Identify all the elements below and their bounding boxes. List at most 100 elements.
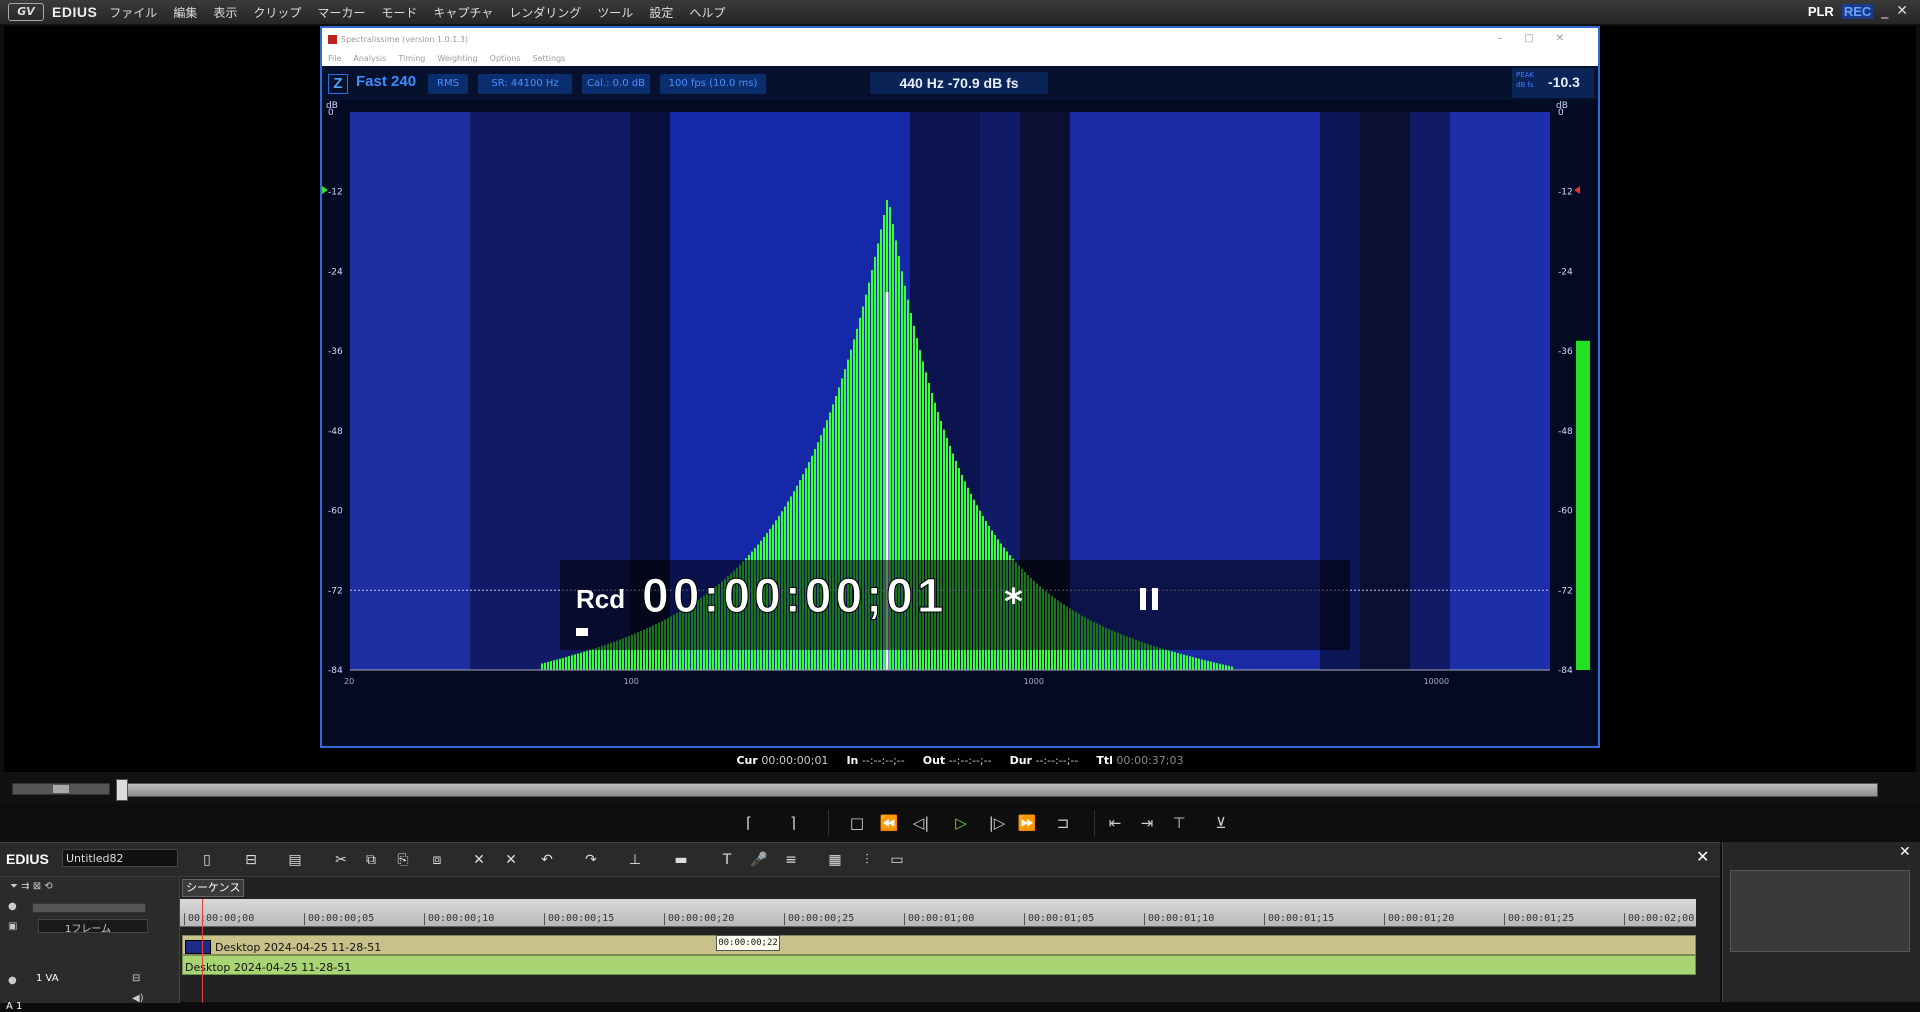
- ruler-tick-label: 00:00:01;00: [904, 913, 974, 925]
- mode-key-badge: Z: [328, 74, 348, 94]
- x-tick-label: 10000: [1424, 677, 1449, 686]
- menu-help[interactable]: ヘルプ: [689, 4, 725, 21]
- save-icon[interactable]: ▤: [284, 849, 306, 871]
- sequence-tab[interactable]: シーケンス1: [182, 879, 244, 910]
- spectrum-bar: [541, 663, 543, 670]
- peak-label: PEAK: [1516, 71, 1535, 79]
- insert-icon[interactable]: ⇤: [1104, 812, 1126, 834]
- record-indicator-icon: [576, 628, 588, 636]
- zoom-slider[interactable]: [12, 783, 110, 795]
- plr-mode-indicator[interactable]: PLR: [1808, 4, 1834, 19]
- redo-icon[interactable]: ↷: [580, 849, 602, 871]
- side-panel-close-icon[interactable]: ✕: [1899, 844, 1911, 860]
- zoom-slider-thumb[interactable]: [53, 785, 69, 793]
- sync-icon[interactable]: ≡: [780, 849, 802, 871]
- project-name[interactable]: Untitled82: [62, 849, 178, 867]
- mixer-icon[interactable]: ⫶: [856, 849, 878, 871]
- in-value: --:--:--;--: [861, 753, 905, 767]
- copy-icon[interactable]: ⧉: [360, 849, 382, 871]
- y-tick-label-right: -36: [1558, 347, 1573, 357]
- track-zoom-slider[interactable]: [32, 903, 146, 913]
- spectrum-bar: [1216, 663, 1218, 670]
- paste-icon[interactable]: ⎘: [392, 849, 414, 871]
- snap-icon[interactable]: ▬: [670, 849, 692, 871]
- menu-tools[interactable]: ツール: [597, 4, 633, 21]
- y-tick-label-left: -12: [328, 188, 343, 198]
- zoom-dropdown[interactable]: 1フレーム: [38, 919, 148, 935]
- menu-marker[interactable]: マーカー: [317, 4, 365, 21]
- delete-icon[interactable]: ✕: [468, 849, 490, 871]
- ruler-tick-label: 00:00:00;00: [184, 913, 254, 925]
- spectra-menu-timing: Timing: [398, 53, 426, 63]
- playhead[interactable]: [202, 899, 203, 1003]
- timecode-tooltip: 00:00:00;22: [716, 935, 780, 951]
- replace-icon[interactable]: ⊤: [1168, 812, 1190, 834]
- spectra-menu-analysis: Analysis: [353, 53, 387, 63]
- minimize-button[interactable]: _: [1881, 3, 1888, 19]
- rec-mode-indicator[interactable]: REC: [1841, 3, 1874, 19]
- spectrum-bar: [595, 647, 597, 670]
- grid-icon[interactable]: ▦: [824, 849, 846, 871]
- open-icon[interactable]: ⊟: [240, 849, 262, 871]
- fast-forward-icon[interactable]: ⏩: [1016, 812, 1038, 834]
- timeline-ruler[interactable]: 00:00:00;00 00:00:00;05 00:00:00;10 00:00:0…: [180, 899, 1696, 927]
- menu-file[interactable]: ファイル: [109, 4, 157, 21]
- stop-icon[interactable]: □: [846, 812, 868, 834]
- new-icon[interactable]: ▯: [196, 849, 218, 871]
- set-in-icon[interactable]: ⌈: [738, 812, 760, 834]
- ruler-tick-label: 00:00:02;00: [1624, 913, 1694, 925]
- close-button[interactable]: ✕: [1896, 3, 1908, 19]
- overwrite-icon[interactable]: ⇥: [1136, 812, 1158, 834]
- level-meter: [1576, 340, 1590, 670]
- timeline-close-icon[interactable]: ✕: [1696, 847, 1709, 866]
- seek-bar[interactable]: [120, 783, 1878, 797]
- insert-paste-icon[interactable]: ⧈: [426, 849, 448, 871]
- track-eye-icon[interactable]: ●: [8, 975, 17, 986]
- spectrum-bar: [592, 648, 594, 670]
- set-out-icon[interactable]: ⌉: [782, 812, 804, 834]
- seek-thumb[interactable]: [116, 779, 128, 801]
- export-icon[interactable]: ⊻: [1210, 812, 1232, 834]
- eye-icon[interactable]: ●: [8, 901, 17, 912]
- step-forward-icon[interactable]: |▷: [986, 812, 1008, 834]
- add-edit-icon[interactable]: ⊥: [624, 849, 646, 871]
- menu-edit[interactable]: 編集: [173, 4, 197, 21]
- voiceover-icon[interactable]: 🎤: [748, 849, 770, 871]
- in-label: In: [846, 753, 859, 767]
- spectrum-bar: [571, 655, 573, 670]
- settings-icon[interactable]: ▭: [886, 849, 908, 871]
- menu-clip[interactable]: クリップ: [253, 4, 301, 21]
- track-mode-icon[interactable]: ⊟: [132, 973, 140, 984]
- video-clip[interactable]: Desktop 2024-04-25 11-28-51: [182, 935, 1696, 955]
- menu-settings[interactable]: 設定: [649, 4, 673, 21]
- spectrum-bar: [1189, 656, 1191, 670]
- step-back-icon[interactable]: ◁|: [910, 812, 932, 834]
- menu-render[interactable]: レンダリング: [509, 4, 581, 21]
- spectrum-bar: [1207, 660, 1209, 670]
- lock-icon[interactable]: ▣: [8, 921, 17, 932]
- menu-mode[interactable]: モード: [381, 4, 417, 21]
- spectra-window-controls: –□✕: [1497, 33, 1586, 44]
- undo-icon[interactable]: ↶: [536, 849, 558, 871]
- speaker-icon[interactable]: ◀): [132, 993, 144, 1004]
- loop-icon[interactable]: ⊐: [1052, 812, 1074, 834]
- y-tick-label-right: -24: [1558, 267, 1573, 277]
- y-tick-label-right: -84: [1558, 666, 1573, 676]
- rewind-icon[interactable]: ⏪: [878, 812, 900, 834]
- app-logo: GV: [8, 3, 44, 21]
- spectrum-svg: 0 0-12 -12-24 -24-36 -36-48 -48-60 -60-72 -72-8…: [322, 101, 1590, 686]
- menu-view[interactable]: 表示: [213, 4, 237, 21]
- ripple-delete-icon[interactable]: ✕: [500, 849, 522, 871]
- title-icon[interactable]: T: [716, 849, 738, 871]
- spectrum-bar: [1156, 646, 1158, 670]
- audio-clip[interactable]: Desktop 2024-04-25 11-28-51: [182, 955, 1696, 975]
- play-icon[interactable]: ▷: [950, 812, 972, 834]
- track-tool-icons[interactable]: ⏷ ⇉ ⊠ ⟲: [10, 881, 53, 892]
- menu-capture[interactable]: キャプチャ: [433, 4, 493, 21]
- cut-icon[interactable]: ✂: [330, 849, 352, 871]
- ruler-tick-label: 00:00:01;15: [1264, 913, 1334, 925]
- transport-controls: ⌈ ⌉ □ ⏪ ◁| ▷ |▷ ⏩ ⊐ ⇤ ⇥ ⊤ ⊻: [0, 802, 1920, 844]
- spectrum-bar: [1162, 648, 1164, 670]
- ruler-tick-label: 00:00:01;20: [1384, 913, 1454, 925]
- cur-label: Cur: [736, 753, 758, 767]
